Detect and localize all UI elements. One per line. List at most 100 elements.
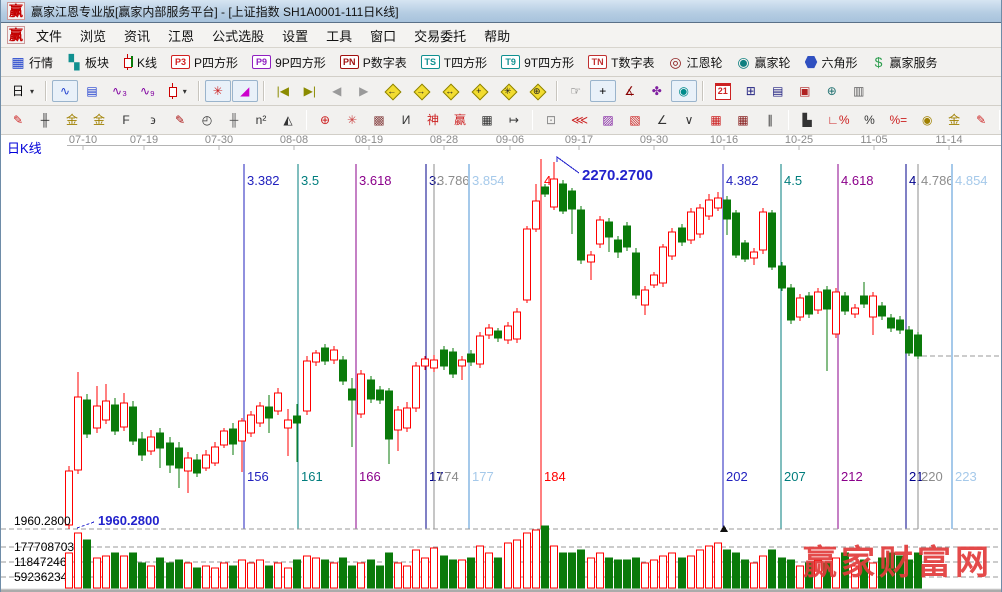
tool-notes[interactable]: ▤ bbox=[765, 80, 791, 102]
tool-grid-red-1[interactable]: ▦ bbox=[703, 109, 729, 131]
menu-6[interactable]: 设置 bbox=[273, 24, 317, 47]
tool-percent[interactable]: % bbox=[857, 109, 883, 131]
toolbar-button-t9-square[interactable]: T99T四方形 bbox=[495, 51, 580, 74]
hexagon-icon bbox=[805, 56, 818, 69]
tool-period-day-dropdown[interactable]: 日▾ bbox=[5, 80, 40, 102]
menu-3[interactable]: 资讯 bbox=[115, 24, 159, 47]
tool-gold-levels[interactable]: 金 bbox=[941, 109, 967, 131]
tool-parallel-lines[interactable]: ∥ bbox=[757, 109, 783, 131]
tool-knife-pen[interactable]: ✎ bbox=[167, 109, 193, 131]
tool-zoom-horizontal[interactable]: ↔ bbox=[436, 80, 464, 102]
tool-gann-tool[interactable]: ✤ bbox=[644, 80, 670, 102]
tool-web-red[interactable]: ✳ bbox=[339, 109, 365, 131]
tool-candle-style-dropdown[interactable]: ▾ bbox=[162, 80, 193, 102]
tool-flag-angle[interactable]: ◭ bbox=[275, 109, 301, 131]
tool-print[interactable]: ▥ bbox=[846, 80, 872, 102]
toolbar-button-t-number-table[interactable]: TNT数字表 bbox=[582, 51, 660, 74]
toolbar-button-winner-service[interactable]: $赢家服务 bbox=[866, 51, 944, 74]
tool-gold-comb-1[interactable]: 金 bbox=[59, 109, 85, 131]
tool-shen-comb[interactable]: 神 bbox=[420, 109, 446, 131]
svg-text:174: 174 bbox=[437, 469, 459, 484]
menu-bar: 赢 文件浏览资讯江恩公式选股设置工具窗口交易委托帮助 bbox=[1, 23, 1001, 48]
tool-fan-box-red[interactable]: ▧ bbox=[622, 109, 648, 131]
tool-map-pattern[interactable]: ✳ bbox=[205, 80, 231, 102]
tool-gold-circle[interactable]: ◉ bbox=[914, 109, 940, 131]
tool-wave-3[interactable]: ∿₃ bbox=[106, 80, 133, 102]
tool-crosshair[interactable]: + bbox=[590, 80, 616, 102]
tool-scroll-left[interactable]: ← bbox=[378, 80, 406, 102]
tool-zigzag-dots[interactable]: ∨ bbox=[676, 109, 702, 131]
tool-ink-pen-2[interactable]: ✎ bbox=[968, 109, 994, 131]
tool-last-bar[interactable]: ▶| bbox=[297, 80, 323, 102]
kline-chart-canvas[interactable]: 07-1007-1907-3008-0808-1908-2809-0609-17… bbox=[1, 135, 1002, 592]
map-pattern-icon: ✳ bbox=[211, 83, 225, 99]
toolbar-button-quotes[interactable]: ▦行情 bbox=[5, 51, 59, 74]
tool-time-clock[interactable]: ◴ bbox=[194, 109, 220, 131]
toolbar-button-gann-wheel[interactable]: ◎江恩轮 bbox=[662, 51, 728, 74]
menu-5[interactable]: 公式选股 bbox=[203, 24, 273, 47]
toolbar-button-p-square[interactable]: P3P四方形 bbox=[165, 51, 244, 74]
toolbar-button-p9-square[interactable]: P99P四方形 bbox=[246, 51, 332, 74]
tool-n-squared[interactable]: n² bbox=[248, 109, 274, 131]
tool-web-grid[interactable]: ▩ bbox=[366, 109, 392, 131]
tool-save-disk[interactable]: ▣ bbox=[792, 80, 818, 102]
toolbar-button-sectors[interactable]: ▚板块 bbox=[61, 51, 115, 74]
tool-prev-bar[interactable]: ◀ bbox=[324, 80, 350, 102]
tool-angle-measure[interactable]: ∡ bbox=[617, 80, 643, 102]
tool-export-web[interactable]: ⊕ bbox=[819, 80, 845, 102]
menu-9[interactable]: 交易委托 bbox=[405, 24, 475, 47]
menu-7[interactable]: 工具 bbox=[317, 24, 361, 47]
tool-tick-ruler[interactable]: ╫ bbox=[221, 109, 247, 131]
tool-percent-level[interactable]: %= bbox=[884, 109, 914, 131]
chart-area[interactable]: 日K线 赢家财富网 07-1007-1907-3008-0808-1908-28… bbox=[1, 135, 1002, 592]
toolbar-button-t-square[interactable]: TST四方形 bbox=[415, 51, 493, 74]
menu-4[interactable]: 江恩 bbox=[159, 24, 203, 47]
tool-calculator[interactable]: ⊞ bbox=[738, 80, 764, 102]
toolbar-button-hexagon[interactable]: 六角形 bbox=[799, 51, 864, 74]
tool-target-red[interactable]: ⊕ bbox=[312, 109, 338, 131]
date-tick-label: 07-19 bbox=[130, 135, 158, 146]
toolbar-main: ▦行情▚板块K线P3P四方形P99P四方形PNP数字表TST四方形T99T四方形… bbox=[1, 48, 1001, 77]
toolbar-button-winner-wheel[interactable]: ◉赢家轮 bbox=[730, 51, 796, 74]
menu-2[interactable]: 浏览 bbox=[71, 24, 115, 47]
tool-next-bar[interactable]: ▶ bbox=[351, 80, 377, 102]
toolbar-button-kline[interactable]: K线 bbox=[117, 51, 163, 74]
tool-fan-red[interactable]: ⋘ bbox=[565, 109, 594, 131]
toolbar-button-p-number-table[interactable]: PNP数字表 bbox=[334, 51, 413, 74]
menu-8[interactable]: 窗口 bbox=[361, 24, 405, 47]
scroll-left-icon: ← bbox=[384, 83, 400, 99]
tool-box-tool[interactable]: ⊡ bbox=[538, 109, 564, 131]
tool-gold-comb-2[interactable]: 金 bbox=[86, 109, 112, 131]
menu-1[interactable]: 文件 bbox=[27, 24, 71, 47]
tool-width-measure[interactable]: ↦ bbox=[501, 109, 527, 131]
tool-zoom-fit[interactable]: ⊕ bbox=[523, 80, 551, 102]
last-bar-icon: ▶| bbox=[303, 83, 317, 99]
tool-pattern-search[interactable]: ◉ bbox=[671, 80, 697, 102]
tool-calendar[interactable]: 21 bbox=[709, 80, 737, 103]
tool-wave-marks[interactable]: И bbox=[393, 109, 419, 131]
tool-ying-comb[interactable]: 赢 bbox=[447, 109, 473, 131]
tool-zigzag-tool[interactable]: ∿ bbox=[52, 80, 78, 102]
tool-fan-box-purple[interactable]: ▨ bbox=[595, 109, 621, 131]
tool-volume-profile[interactable]: ▙ bbox=[794, 109, 820, 131]
tool-info-note[interactable]: ▤ bbox=[79, 80, 105, 102]
tool-grid-123[interactable]: ▦ bbox=[474, 109, 500, 131]
tool-f-comb[interactable]: F bbox=[113, 109, 139, 131]
tool-wave-9[interactable]: ∿₉ bbox=[134, 80, 161, 102]
tool-angle-lines[interactable]: ∠ bbox=[649, 109, 675, 131]
tool-first-bar[interactable]: |◀ bbox=[270, 80, 296, 102]
tool-spiral-comb[interactable]: ϶ bbox=[140, 109, 166, 131]
menu-10[interactable]: 帮助 bbox=[475, 24, 519, 47]
tool-zoom-full[interactable]: ✳ bbox=[494, 80, 522, 102]
tool-profile-histogram[interactable]: ◢ bbox=[232, 80, 258, 102]
tool-scroll-right[interactable]: → bbox=[407, 80, 435, 102]
tool-zoom-in[interactable]: + bbox=[465, 80, 493, 102]
quotes-label: 行情 bbox=[29, 54, 53, 71]
tool-pan-hand[interactable]: ☞ bbox=[563, 80, 589, 102]
tool-ink-pen[interactable]: ✎ bbox=[5, 109, 31, 131]
tool-grid-red-2[interactable]: ▦ bbox=[730, 109, 756, 131]
export-web-icon: ⊕ bbox=[825, 83, 839, 99]
ying-comb-icon: 赢 bbox=[453, 112, 467, 128]
tool-time-ruler[interactable]: ╫ bbox=[32, 109, 58, 131]
tool-percent-retrace[interactable]: ∟% bbox=[821, 109, 855, 131]
